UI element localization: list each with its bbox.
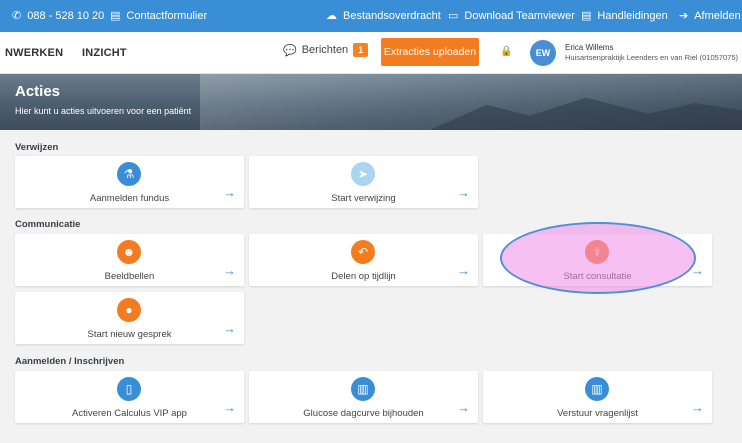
messages-button[interactable]: 💬 Berichten 1 [283, 43, 369, 57]
messages-label: Berichten [301, 44, 349, 56]
logout-icon: ➔ [679, 9, 689, 22]
cloud-upload-icon: ☁ [326, 9, 337, 22]
bar-chart-icon: ▥ [585, 377, 609, 401]
section-title-verwijzen: Verwijzen [15, 142, 59, 153]
teamviewer-link[interactable]: ▭ Download Teamviewer [448, 0, 575, 32]
tab-netwerken[interactable]: NWERKEN [5, 47, 63, 59]
action-card-verstuur-vragenlijst[interactable]: ▥ Verstuur vragenlijst → [483, 371, 712, 423]
phone-number: 088 - 528 10 20 [27, 10, 105, 22]
flask-icon: ⚗ [117, 162, 141, 186]
messages-count-badge: 1 [353, 43, 369, 57]
page-banner: Acties Hier kunt u acties uitvoeren voor… [0, 74, 742, 130]
video-call-icon: ☻ [117, 240, 141, 264]
user-name: Erica Willems [565, 43, 614, 52]
action-card-aanmelden-fundus[interactable]: ⚗ Aanmelden fundus → [15, 156, 244, 208]
manuals-link[interactable]: ▤ Handleidingen [581, 0, 668, 32]
action-card-label: Verstuur vragenlijst [557, 408, 638, 419]
arrow-right-icon: → [223, 321, 236, 336]
arrow-right-icon: → [457, 400, 470, 415]
top-bar: ✆ 088 - 528 10 20 ▤ Contactformulier ☁ B… [0, 0, 742, 32]
action-card-label: Activeren Calculus VIP app [72, 408, 187, 419]
transfer-label: Bestandsoverdracht [343, 10, 441, 22]
logout-label: Afmelden [694, 10, 741, 22]
section-title-aanmelden: Aanmelden / Inschrijven [15, 356, 125, 367]
mobile-icon: ▯ [117, 377, 141, 401]
page-subtitle: Hier kunt u acties uitvoeren voor een pa… [15, 106, 192, 116]
arrow-right-icon: → [457, 185, 470, 200]
phone-icon: ✆ [12, 9, 22, 22]
highlight-annotation [500, 222, 696, 294]
upload-extractions-button[interactable]: Extracties uploaden [381, 38, 479, 66]
transfer-link[interactable]: ☁ Bestandsoverdracht [326, 0, 441, 32]
page-title: Acties [15, 83, 61, 100]
arrow-right-icon: → [223, 263, 236, 278]
monitor-icon: ▭ [448, 9, 459, 22]
book-icon: ▤ [581, 9, 592, 22]
action-card-beeldbellen[interactable]: ☻ Beeldbellen → [15, 234, 244, 286]
contact-label: Contactformulier [126, 10, 208, 22]
arrow-right-icon: → [223, 185, 236, 200]
action-card-label: Beeldbellen [104, 271, 155, 282]
action-card-label: Glucose dagcurve bijhouden [303, 408, 424, 419]
avatar[interactable]: EW [530, 40, 556, 66]
paper-plane-icon: ➤ [351, 162, 375, 186]
lock-icon[interactable]: 🔒 [500, 46, 512, 57]
action-card-label: Start verwijzing [331, 193, 396, 204]
user-organization: Huisartsenpraktijk Leenders en van Riel … [565, 53, 739, 62]
chat-icon: 💬 [283, 44, 297, 57]
arrow-right-icon: → [223, 400, 236, 415]
action-card-delen-op-tijdlijn[interactable]: ↶ Delen op tijdlijn → [249, 234, 478, 286]
action-card-calculus-vip[interactable]: ▯ Activeren Calculus VIP app → [15, 371, 244, 423]
bar-chart-icon: ▥ [351, 377, 375, 401]
action-card-label: Start nieuw gesprek [87, 329, 172, 340]
action-card-label: Aanmelden fundus [89, 193, 170, 204]
arrow-right-icon: → [691, 400, 704, 415]
logout-link[interactable]: ➔ Afmelden [679, 0, 741, 32]
action-card-start-verwijzing[interactable]: ➤ Start verwijzing → [249, 156, 478, 208]
tab-inzicht[interactable]: INZICHT [82, 47, 127, 59]
action-card-glucose-dagcurve[interactable]: ▥ Glucose dagcurve bijhouden → [249, 371, 478, 423]
teamviewer-label: Download Teamviewer [464, 10, 575, 22]
document-icon: ▤ [110, 9, 121, 22]
section-title-communicatie: Communicatie [15, 219, 81, 230]
action-card-label: Delen op tijdlijn [331, 271, 396, 282]
manuals-label: Handleidingen [597, 10, 668, 22]
contact-link[interactable]: ▤ Contactformulier [110, 0, 207, 32]
share-icon: ↶ [351, 240, 375, 264]
arrow-right-icon: → [457, 263, 470, 278]
chat-bubble-icon: ● [117, 298, 141, 322]
phone-link[interactable]: ✆ 088 - 528 10 20 [12, 0, 104, 32]
action-card-start-nieuw-gesprek[interactable]: ● Start nieuw gesprek → [15, 292, 244, 344]
main-nav: NWERKEN INZICHT 💬 Berichten 1 Extracties… [0, 32, 742, 74]
